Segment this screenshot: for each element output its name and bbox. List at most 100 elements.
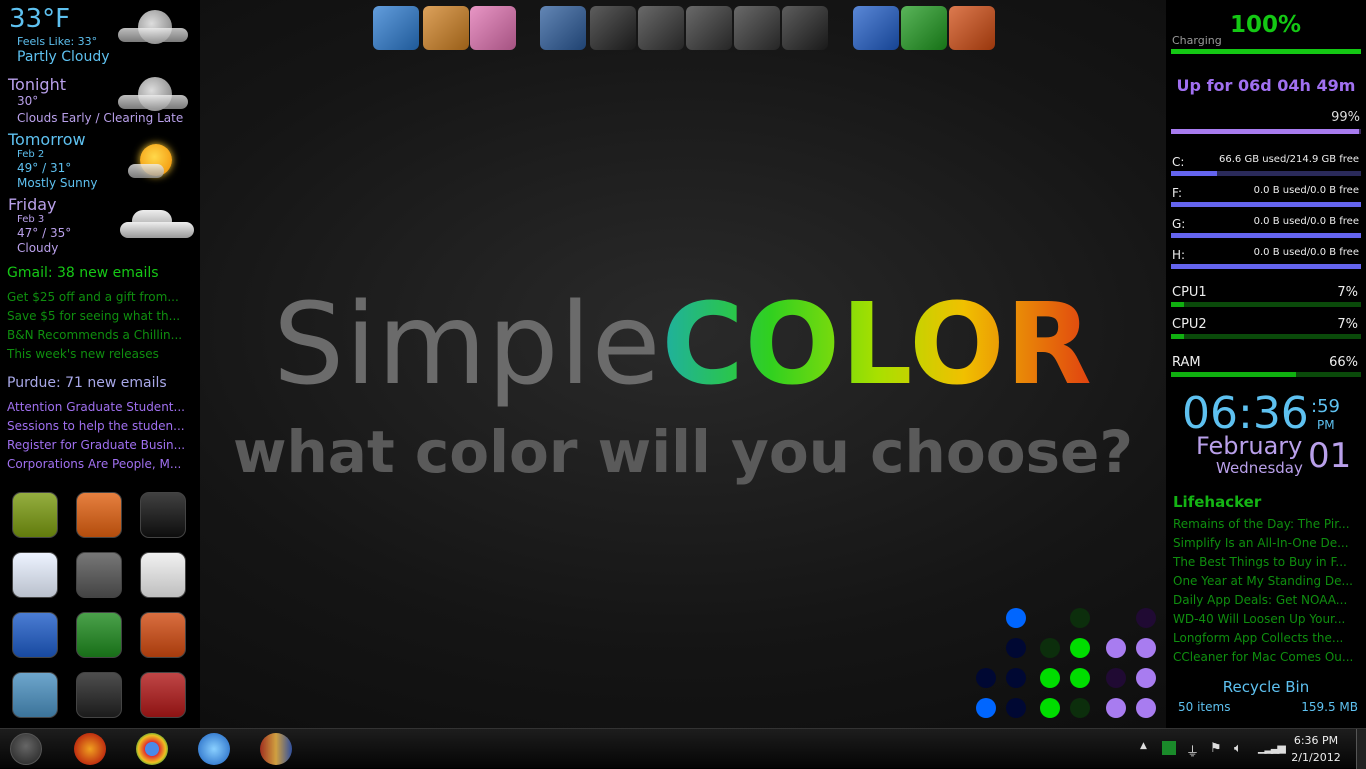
moon-cloud-icon — [118, 10, 188, 46]
friday-date: Feb 3 — [17, 214, 45, 225]
wallpaper-title: SimpleCOLOR — [200, 280, 1166, 410]
firefox-icon[interactable] — [76, 492, 122, 538]
gmail-header[interactable]: Gmail: 38 new emails — [7, 265, 159, 281]
tomorrow-temp: 49° / 31° — [17, 161, 72, 175]
drive-label: G: — [1172, 217, 1186, 231]
recycle-bin-size: 159.5 MB — [1301, 700, 1358, 714]
recycle-bin-items: 50 items — [1178, 700, 1231, 714]
word-icon[interactable] — [12, 612, 58, 658]
tonight-temp: 30° — [17, 94, 39, 108]
ram-label: RAM — [1172, 355, 1201, 370]
binary-clock-dot — [1106, 668, 1126, 688]
tonight-label: Tonight — [8, 75, 66, 94]
dock-photoshop-icon[interactable] — [373, 6, 419, 50]
tray-app-icon[interactable] — [1162, 741, 1176, 755]
powerpoint-icon[interactable] — [140, 612, 186, 658]
binary-clock-dot — [1070, 698, 1090, 718]
cpu2-bar — [1171, 334, 1361, 339]
right-widget-panel: 100% Charging Up for 06d 04h 49m 99% 06:… — [1166, 0, 1366, 728]
tonight-condition: Clouds Early / Clearing Late — [17, 111, 184, 125]
drive-usage: 0.0 B used/0.0 B free — [1253, 247, 1359, 258]
clock-ampm: PM — [1317, 418, 1335, 432]
lifehacker-item[interactable]: WD-40 Will Loosen Up Your... — [1173, 612, 1345, 626]
lifehacker-item[interactable]: Simplify Is an All-In-One De... — [1173, 536, 1349, 550]
uptime-bar — [1171, 129, 1361, 134]
action-center-flag-icon[interactable]: ⚑ — [1210, 741, 1222, 756]
taskbar-library-icon[interactable] — [260, 733, 292, 765]
binary-clock-dot — [1040, 668, 1060, 688]
tomorrow-date: Feb 2 — [17, 149, 45, 160]
binary-clock-dot — [1136, 698, 1156, 718]
gmail-item[interactable]: Get $25 off and a gift from... — [7, 290, 179, 304]
binary-clock-dot — [1006, 638, 1026, 658]
binary-clock-dot — [1006, 698, 1026, 718]
drive-label: C: — [1172, 155, 1185, 169]
feather-icon[interactable] — [12, 552, 58, 598]
show-desktop-button[interactable] — [1356, 729, 1366, 769]
drive-usage-bar — [1171, 264, 1361, 269]
purdue-item[interactable]: Corporations Are People, M... — [7, 457, 181, 471]
drive-usage-bar — [1171, 202, 1361, 207]
lifehacker-item[interactable]: CCleaner for Mac Comes Ou... — [1173, 650, 1353, 664]
battery-bar — [1171, 49, 1361, 54]
excel-icon[interactable] — [76, 612, 122, 658]
volume-icon[interactable]: 🔈︎ — [1234, 741, 1242, 756]
dock-pictures-folder-icon[interactable] — [638, 6, 684, 50]
purdue-item[interactable]: Register for Graduate Busin... — [7, 438, 185, 452]
current-condition: Partly Cloudy — [17, 49, 110, 65]
lifehacker-item[interactable]: One Year at My Standing De... — [1173, 574, 1353, 588]
lifehacker-header[interactable]: Lifehacker — [1173, 493, 1261, 511]
binary-clock-dot — [976, 668, 996, 688]
taskbar: ▲ ⏚ ⚑ 🔈︎ ▁▂▃▅ 6:36 PM 2/1/2012 — [0, 728, 1366, 769]
clock-weekday: Wednesday — [1216, 459, 1303, 477]
taskbar-itunes-icon[interactable] — [198, 733, 230, 765]
gmail-item[interactable]: Save $5 for seeing what th... — [7, 309, 180, 323]
binary-clock-dot — [1040, 638, 1060, 658]
dock-folder-icon[interactable] — [590, 6, 636, 50]
taskbar-chrome-icon[interactable] — [136, 733, 168, 765]
binary-clock-dot — [1136, 668, 1156, 688]
deviantart-icon[interactable] — [12, 492, 58, 538]
binary-clock-dot — [1136, 638, 1156, 658]
purdue-header[interactable]: Purdue: 71 new emails — [7, 375, 167, 391]
power-plug-icon[interactable]: ⏚ — [1186, 741, 1199, 760]
terminal-icon[interactable] — [76, 672, 122, 718]
drive-usage: 0.0 B used/0.0 B free — [1253, 185, 1359, 196]
dock-videos-folder-icon[interactable] — [734, 6, 780, 50]
lifehacker-item[interactable]: Daily App Deals: Get NOAA... — [1173, 593, 1347, 607]
dock-word-icon[interactable] — [853, 6, 899, 50]
start-button[interactable] — [10, 733, 42, 765]
finder-icon[interactable] — [12, 672, 58, 718]
paint-palette-icon[interactable] — [140, 552, 186, 598]
tomorrow-label: Tomorrow — [8, 130, 86, 149]
dock-music-folder-icon[interactable] — [686, 6, 732, 50]
dock-powerpoint-icon[interactable] — [949, 6, 995, 50]
tools-icon[interactable] — [140, 672, 186, 718]
purdue-item[interactable]: Attention Graduate Student... — [7, 400, 185, 414]
show-hidden-icons-icon[interactable]: ▲ — [1140, 741, 1147, 751]
taskbar-firefox-icon[interactable] — [74, 733, 106, 765]
taskbar-time[interactable]: 6:36 PM — [1280, 734, 1352, 747]
taskbar-date[interactable]: 2/1/2012 — [1280, 751, 1352, 764]
purdue-item[interactable]: Sessions to help the studen... — [7, 419, 185, 433]
dock-computer-icon[interactable] — [540, 6, 586, 50]
cpu1-label: CPU1 — [1172, 285, 1207, 300]
lifehacker-item[interactable]: Longform App Collects the... — [1173, 631, 1343, 645]
tweetdeck-icon[interactable] — [140, 492, 186, 538]
gmail-item[interactable]: This week's new releases — [7, 347, 159, 361]
gmail-item[interactable]: B&N Recommends a Chillin... — [7, 328, 182, 342]
friday-label: Friday — [8, 195, 57, 214]
dock-lotus-icon[interactable] — [470, 6, 516, 50]
dock-excel-icon[interactable] — [901, 6, 947, 50]
drive-usage: 66.6 GB used/214.9 GB free — [1219, 154, 1359, 165]
lifehacker-item[interactable]: Remains of the Day: The Pir... — [1173, 517, 1350, 531]
cpu2-value: 7% — [1337, 317, 1358, 332]
recycle-bin-label[interactable]: Recycle Bin — [1166, 678, 1366, 696]
dock-app-store-icon[interactable] — [423, 6, 469, 50]
camera-icon[interactable] — [76, 552, 122, 598]
cpu2-fill — [1171, 334, 1185, 339]
lifehacker-item[interactable]: The Best Things to Buy in F... — [1173, 555, 1347, 569]
uptime: Up for 06d 04h 49m — [1176, 76, 1356, 95]
uptime-percent: 99% — [1331, 110, 1360, 125]
dock-documents-folder-icon[interactable] — [782, 6, 828, 50]
